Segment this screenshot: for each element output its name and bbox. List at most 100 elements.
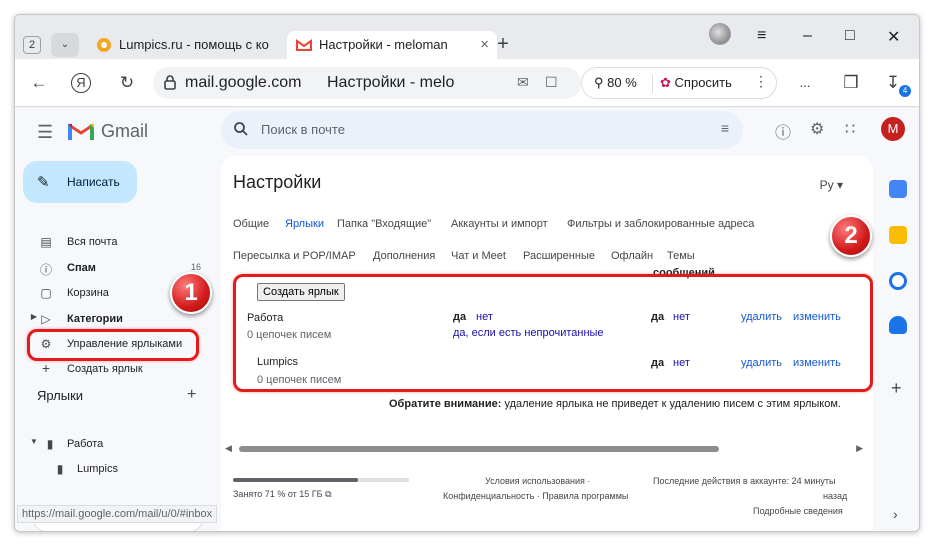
calendar-icon[interactable] bbox=[889, 180, 907, 198]
language-selector[interactable]: Ру ▾ bbox=[820, 178, 843, 192]
orange-favicon-icon bbox=[97, 38, 111, 52]
tab-general[interactable]: Общие bbox=[233, 218, 269, 230]
hamburger-menu-icon[interactable]: ☰ bbox=[37, 122, 53, 143]
compose-label: Написать bbox=[67, 175, 120, 189]
tab-count-button[interactable]: 2 bbox=[23, 36, 41, 54]
contacts-icon[interactable] bbox=[889, 316, 907, 334]
tab-themes[interactable]: Темы bbox=[667, 250, 695, 262]
sparkle-icon: ✿ bbox=[660, 75, 671, 90]
address-bar[interactable]: mail.google.com Настройки - melo ✉ ☐ bbox=[153, 67, 581, 99]
nav-item-all-mail[interactable]: ▤ Вся почта bbox=[25, 230, 205, 254]
tab-addons[interactable]: Дополнения bbox=[373, 250, 435, 262]
label-filled-icon: ▮ bbox=[56, 462, 64, 476]
address-host: mail.google.com bbox=[185, 74, 302, 91]
settings-tabs-row-2: Пересылка и POP/IMAP Дополнения Чат и Me… bbox=[221, 250, 873, 274]
scroll-right-icon[interactable]: ▶ bbox=[856, 443, 863, 454]
scrollbar-thumb[interactable] bbox=[239, 446, 719, 452]
tab-chat-meet[interactable]: Чат и Meet bbox=[451, 250, 506, 262]
trash-icon: ▢ bbox=[40, 286, 52, 300]
tab-accounts[interactable]: Аккаунты и импорт bbox=[451, 218, 548, 230]
maximize-icon[interactable]: □ bbox=[845, 27, 855, 45]
manage-labels-highlight bbox=[27, 329, 199, 361]
last-activity-ago: назад bbox=[823, 491, 848, 501]
tab-list-chevron-icon[interactable]: ⌄ bbox=[51, 33, 79, 57]
nav-label: Корзина bbox=[67, 287, 109, 299]
vertical-dots-icon[interactable]: ⋮ bbox=[754, 73, 768, 90]
side-panel-rail: + › bbox=[881, 156, 919, 531]
apps-grid-icon[interactable]: ∷ bbox=[845, 119, 855, 139]
scroll-left-icon[interactable]: ◀ bbox=[225, 443, 232, 454]
storage-usage-text: Занято 71 % от 15 ГБ ⧉ bbox=[233, 489, 332, 499]
search-bar[interactable]: Поиск в почте ≡ bbox=[221, 111, 743, 149]
nav-item-categories[interactable]: ▶ ▷ Категории bbox=[25, 307, 205, 331]
bookmark-icon[interactable]: ☐ bbox=[545, 74, 558, 91]
browser-toolbar: ← Я ↻ mail.google.com Настройки - melo ✉… bbox=[15, 59, 919, 107]
reload-icon[interactable]: ↻ bbox=[115, 71, 139, 95]
search-icon bbox=[234, 122, 248, 136]
gmail-logo-text: Gmail bbox=[101, 121, 149, 141]
tasks-icon[interactable] bbox=[889, 272, 907, 290]
labels-list-highlight bbox=[233, 274, 873, 392]
tab-advanced[interactable]: Расширенные bbox=[523, 250, 595, 262]
label-item-lumpics[interactable]: ▮ Lumpics bbox=[25, 457, 205, 481]
activity-details-link[interactable]: Подробные сведения bbox=[753, 506, 843, 516]
overflow-button[interactable]: ... bbox=[793, 71, 817, 95]
storage-usage-fill bbox=[233, 478, 358, 482]
gear-icon[interactable]: ⚙ bbox=[810, 119, 824, 139]
nav-label: Категории bbox=[67, 313, 123, 325]
zoom-ask-pill: ⚲ 80 % ✿ Спросить ⋮ bbox=[581, 67, 777, 99]
tab-lumpics[interactable]: Lumpics.ru - помощь с ко bbox=[87, 31, 277, 59]
external-link-icon[interactable]: ⧉ bbox=[325, 489, 331, 499]
tab-title: Настройки - meloman bbox=[319, 37, 448, 52]
profile-avatar[interactable] bbox=[709, 23, 731, 45]
add-label-plus-icon[interactable]: + bbox=[187, 386, 196, 404]
label-filled-icon: ▮ bbox=[46, 437, 54, 451]
step-1-badge: 1 bbox=[170, 272, 212, 314]
new-tab-button[interactable]: + bbox=[491, 33, 515, 57]
help-icon[interactable]: ⓘ bbox=[775, 119, 791, 143]
tab-offline[interactable]: Офлайн bbox=[611, 250, 653, 262]
ask-button[interactable]: ✿ Спросить bbox=[660, 75, 732, 91]
label-outline-icon: ▷ bbox=[41, 312, 51, 326]
privacy-link[interactable]: Конфиденциальность · Правила программы bbox=[443, 491, 628, 501]
page-title: Настройки bbox=[233, 172, 322, 192]
reader-mode-icon[interactable]: ✉ bbox=[517, 74, 529, 91]
settings-tabs-row-1: Общие Ярлыки Папка "Входящие" Аккаунты и… bbox=[221, 218, 873, 242]
browser-window: 2 ⌄ Lumpics.ru - помощь с ко Настройки -… bbox=[14, 14, 920, 532]
tab-strip: 2 ⌄ Lumpics.ru - помощь с ко Настройки -… bbox=[15, 15, 919, 59]
lock-icon bbox=[164, 75, 176, 90]
yandex-logo-icon[interactable]: Я bbox=[71, 73, 91, 93]
minimize-icon[interactable]: – bbox=[803, 27, 812, 45]
settings-panel: Настройки Ру ▾ Общие Ярлыки Папка "Входя… bbox=[221, 156, 873, 531]
search-input[interactable]: Поиск в почте bbox=[261, 122, 345, 137]
close-window-icon[interactable]: ✕ bbox=[887, 27, 900, 47]
gmail-logo-icon bbox=[68, 123, 94, 140]
add-addon-plus-icon[interactable]: + bbox=[891, 378, 902, 399]
keep-icon[interactable] bbox=[889, 226, 907, 244]
notice-text: Обратите внимание: удаление ярлыка не пр… bbox=[389, 398, 841, 410]
tab-inbox[interactable]: Папка "Входящие" bbox=[337, 218, 431, 230]
close-tab-icon[interactable]: × bbox=[480, 31, 489, 59]
status-url-bar: https://mail.google.com/mail/u/0/#inbox bbox=[17, 505, 218, 523]
tab-filters[interactable]: Фильтры и заблокированные адреса bbox=[567, 218, 754, 230]
horizontal-scrollbar[interactable]: ◀ ▶ bbox=[225, 443, 865, 453]
back-arrow-icon[interactable]: ← bbox=[27, 71, 51, 95]
tab-forwarding[interactable]: Пересылка и POP/IMAP bbox=[233, 250, 356, 262]
tab-gmail-settings[interactable]: Настройки - meloman × bbox=[287, 31, 497, 59]
account-avatar[interactable]: M bbox=[881, 117, 905, 141]
zoom-level[interactable]: ⚲ 80 % bbox=[594, 75, 637, 91]
expand-chevron-icon[interactable]: › bbox=[893, 506, 898, 522]
nav-label: Создать ярлык bbox=[67, 363, 143, 375]
terms-link[interactable]: Условия использования · bbox=[485, 476, 590, 486]
step-2-badge: 2 bbox=[830, 215, 872, 257]
notice-body: удаление ярлыка не приведет к удалению п… bbox=[504, 398, 841, 410]
address-page-title: Настройки - melo bbox=[327, 74, 455, 91]
menu-icon[interactable]: ≡ bbox=[757, 27, 766, 45]
inbox-icon: ▤ bbox=[40, 235, 52, 249]
tab-labels[interactable]: Ярлыки bbox=[285, 218, 324, 230]
compose-button[interactable]: ✎ Написать bbox=[23, 161, 137, 203]
label-item-work[interactable]: ▼ ▮ Работа bbox=[25, 432, 205, 456]
collections-icon[interactable]: ❒ bbox=[839, 71, 863, 95]
caret-down-icon: ▼ bbox=[30, 437, 38, 446]
search-filters-icon[interactable]: ≡ bbox=[721, 120, 729, 136]
